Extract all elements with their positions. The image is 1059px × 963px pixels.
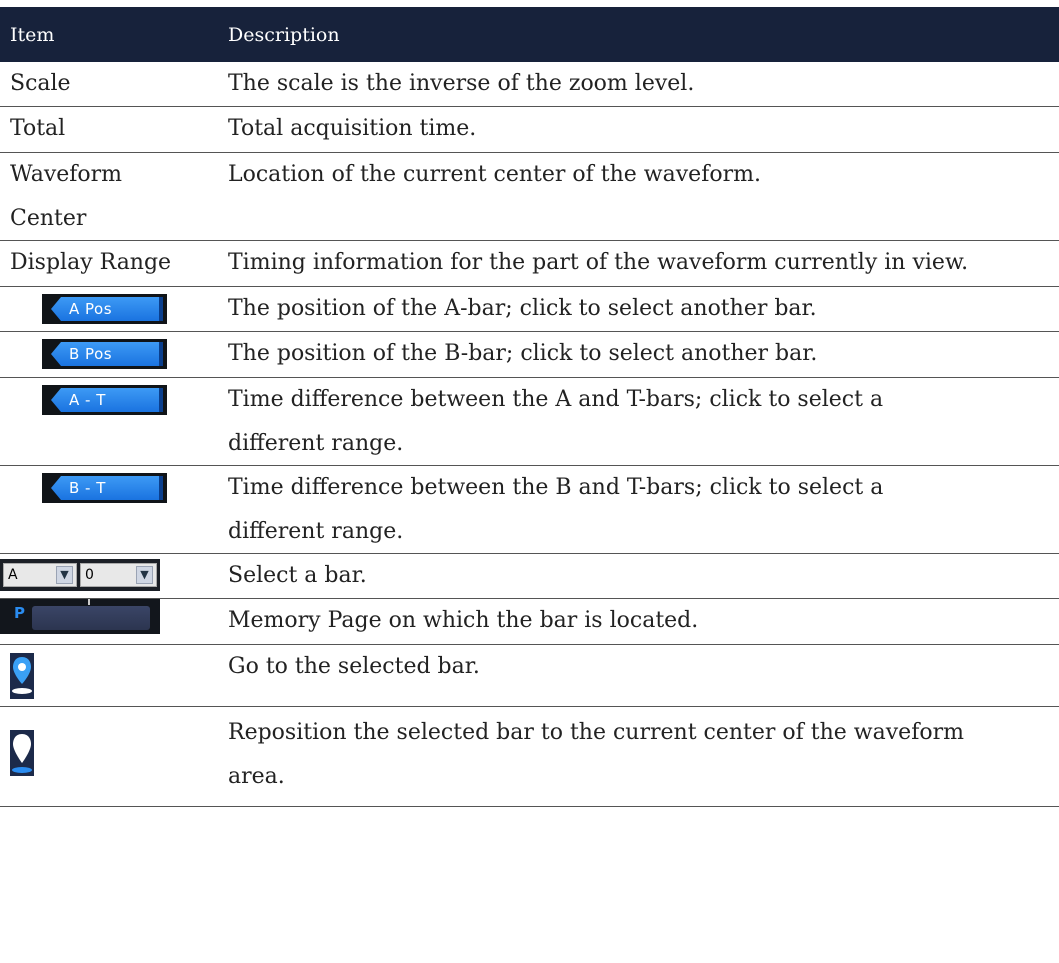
table-row: Scale The scale is the inverse of the zo… — [0, 62, 1059, 107]
row-description-line2: different range. — [228, 519, 404, 544]
header-item: Item — [10, 23, 55, 46]
a-pos-button[interactable]: A Pos — [42, 294, 167, 324]
b-pos-label: B Pos — [51, 342, 163, 366]
memory-page-field[interactable] — [32, 606, 150, 630]
table-row: Waveform Center Location of the current … — [0, 153, 1059, 241]
row-description: The scale is the inverse of the zoom lev… — [228, 71, 695, 96]
a-t-label: A - T — [51, 388, 163, 412]
table-row: B Pos The position of the B-bar; click t… — [0, 332, 1059, 378]
row-description: Reposition the selected bar to the curre… — [228, 711, 1059, 799]
table-row: P Memory Page on which the bar is locate… — [0, 599, 1059, 645]
table-row: A - T Time difference between the A and … — [0, 378, 1059, 466]
bar-select-widget: A ▼ 0 ▼ — [0, 559, 160, 591]
row-description: Go to the selected bar. — [228, 654, 480, 679]
row-description: Timing information for the part of the w… — [228, 250, 969, 275]
table-row: Display Range Timing information for the… — [0, 241, 1059, 287]
location-pin-icon[interactable] — [10, 653, 34, 699]
a-pos-label: A Pos — [51, 297, 163, 321]
row-description: Time difference between the B and T-bars… — [228, 466, 1059, 554]
page-select-value: 0 — [85, 567, 94, 583]
row-description-line1: Time difference between the B and T-bars… — [228, 475, 884, 500]
b-t-label: B - T — [51, 476, 163, 500]
table-row: A ▼ 0 ▼ Select a bar. — [0, 554, 1059, 599]
b-pos-button[interactable]: B Pos — [42, 339, 167, 369]
page-select[interactable]: 0 ▼ — [80, 563, 157, 587]
table-header: Item Description — [0, 7, 1059, 62]
divider — [88, 599, 90, 605]
row-description-line1: Reposition the selected bar to the curre… — [228, 720, 964, 745]
row-item-line1: Waveform — [10, 162, 123, 187]
table-row: A Pos The position of the A-bar; click t… — [0, 287, 1059, 332]
row-description-line2: different range. — [228, 431, 404, 456]
row-description-line2: area. — [228, 764, 285, 789]
b-t-button[interactable]: B - T — [42, 473, 167, 503]
chevron-down-icon: ▼ — [136, 566, 153, 584]
row-item: Total — [10, 116, 66, 141]
memory-page-widget: P — [0, 599, 160, 634]
a-t-button[interactable]: A - T — [42, 385, 167, 415]
row-description: Memory Page on which the bar is located. — [228, 608, 699, 633]
bar-select-value: A — [8, 567, 18, 583]
memory-page-label: P — [14, 604, 25, 622]
row-item-line2: Center — [10, 206, 87, 231]
chevron-down-icon: ▼ — [56, 566, 73, 584]
row-description: Select a bar. — [228, 563, 367, 588]
header-description: Description — [228, 23, 340, 46]
location-pin-reposition-icon[interactable] — [10, 730, 34, 776]
table-row: B - T Time difference between the B and … — [0, 466, 1059, 554]
table-row: Reposition the selected bar to the curre… — [0, 707, 1059, 807]
row-description: The position of the B-bar; click to sele… — [228, 341, 818, 366]
description-table: Item Description Scale The scale is the … — [0, 7, 1059, 807]
row-item: Waveform Center — [0, 153, 218, 241]
row-description: Total acquisition time. — [228, 116, 477, 141]
row-description: Time difference between the A and T-bars… — [228, 378, 1059, 466]
bar-select[interactable]: A ▼ — [3, 563, 77, 587]
row-item: Display Range — [10, 250, 172, 275]
table-row: Total Total acquisition time. — [0, 107, 1059, 153]
row-description-line1: Time difference between the A and T-bars… — [228, 387, 884, 412]
row-description: The position of the A-bar; click to sele… — [228, 296, 817, 321]
table-row: Go to the selected bar. — [0, 645, 1059, 707]
row-description: Location of the current center of the wa… — [228, 162, 761, 187]
row-item: Scale — [10, 71, 71, 96]
